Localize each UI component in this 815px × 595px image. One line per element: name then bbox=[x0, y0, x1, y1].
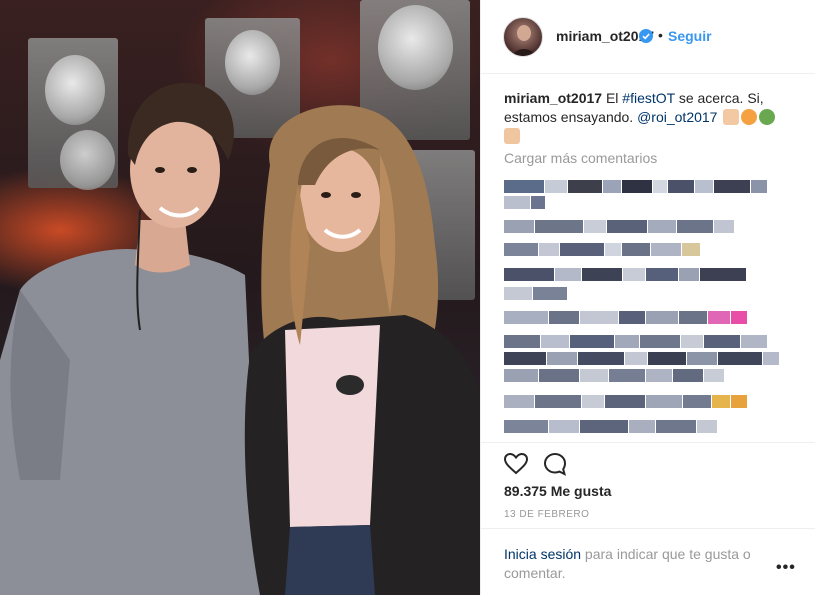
login-link[interactable]: Inicia sesión bbox=[504, 546, 581, 562]
post-date[interactable]: 13 DE FEBRERO bbox=[504, 509, 589, 520]
hashtag-link[interactable]: #fiestOT bbox=[622, 90, 675, 106]
pixelated-comment bbox=[504, 420, 717, 433]
woman-figure bbox=[244, 105, 480, 595]
avatar[interactable] bbox=[503, 17, 543, 57]
load-more-comments-link[interactable]: Cargar más comentarios bbox=[504, 150, 657, 166]
verified-badge-icon bbox=[639, 29, 653, 43]
pixelated-comment bbox=[504, 268, 746, 281]
pixelated-comment bbox=[504, 287, 567, 300]
post-caption: miriam_ot2017 El #fiestOT se acerca. Si,… bbox=[504, 89, 794, 146]
rock-hand-emoji-icon bbox=[723, 109, 740, 125]
mention-link[interactable]: @roi_ot2017 bbox=[637, 109, 717, 125]
post-header: miriam_ot2017 • Seguir bbox=[481, 0, 815, 74]
pixelated-comment bbox=[504, 395, 747, 408]
avatar-image bbox=[512, 25, 536, 56]
pixelated-comment bbox=[504, 311, 747, 324]
heart-icon[interactable] bbox=[503, 451, 529, 477]
thumbs-up-emoji-icon bbox=[504, 128, 520, 144]
pixelated-comment bbox=[504, 220, 734, 233]
follow-button[interactable]: Seguir bbox=[668, 28, 712, 44]
pixelated-comment bbox=[504, 180, 767, 193]
likes-count[interactable]: 89.375 Me gusta bbox=[504, 483, 611, 499]
pixelated-comment bbox=[504, 369, 724, 382]
post-actions bbox=[481, 442, 815, 482]
separator-dot: • bbox=[658, 27, 663, 43]
pixelated-comment bbox=[504, 335, 767, 348]
caption-username[interactable]: miriam_ot2017 bbox=[504, 90, 602, 106]
post-details-panel: miriam_ot2017 • Seguir miriam_ot2017 El … bbox=[480, 0, 815, 595]
more-options-icon[interactable]: ••• bbox=[776, 559, 796, 577]
pixelated-comment bbox=[504, 352, 779, 365]
comment-footer: Inicia sesión para indicar que te gusta … bbox=[481, 528, 815, 595]
turtle-emoji-icon bbox=[759, 109, 776, 125]
comment-bubble-icon[interactable] bbox=[542, 451, 568, 477]
post-photo[interactable] bbox=[0, 0, 480, 595]
background-face bbox=[378, 5, 453, 90]
login-prompt: Inicia sesión para indicar que te gusta … bbox=[504, 545, 774, 583]
caption-text: El bbox=[602, 90, 623, 106]
lion-emoji-icon bbox=[741, 109, 758, 125]
pixelated-comment bbox=[504, 243, 700, 256]
pixelated-comment bbox=[504, 196, 545, 209]
